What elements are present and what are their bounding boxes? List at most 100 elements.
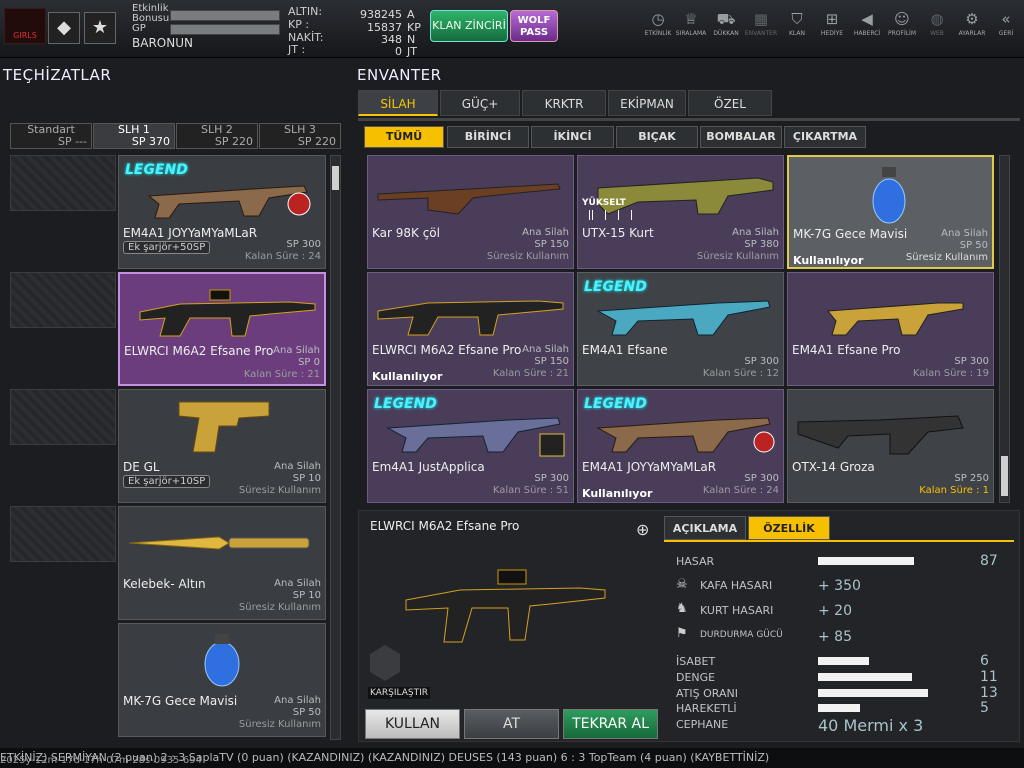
slot-tab-slh2[interactable]: SLH 2 SP 220 bbox=[176, 123, 258, 149]
stat-value: 11 bbox=[980, 669, 998, 685]
equipment-title: TEÇHİZATLAR bbox=[3, 66, 112, 84]
currency-label: ALTIN: bbox=[288, 5, 323, 18]
item-name: EM4A1 Efsane Pro bbox=[792, 343, 901, 357]
equipment-card[interactable]: MK-7G Gece Mavisi Ana Silah SP 50 Süresi… bbox=[118, 623, 326, 737]
nav-klan[interactable]: ⛉ KLAN bbox=[779, 10, 815, 54]
weapon-name: DE GL bbox=[123, 460, 160, 474]
clan-logo: GIRLS bbox=[4, 8, 46, 44]
tab-guc[interactable]: GÜÇ+ bbox=[440, 90, 520, 116]
inventory-item[interactable]: MK-7G Gece Mavisi Ana Silah SP 50 Kullan… bbox=[787, 155, 994, 269]
item-name: Em4A1 JustApplica bbox=[372, 460, 485, 474]
scroll-thumb[interactable] bbox=[332, 166, 339, 190]
upgrade-slots bbox=[582, 210, 634, 220]
wolf-icon: ♞ bbox=[676, 601, 688, 616]
stat-value: 5 bbox=[980, 700, 989, 716]
tab-aciklama[interactable]: AÇIKLAMA bbox=[664, 516, 746, 540]
sticker-slot[interactable] bbox=[10, 272, 116, 328]
globe-icon: ◍ bbox=[930, 10, 944, 28]
scroll-thumb[interactable] bbox=[1001, 456, 1008, 496]
weapon-sp: SP 0 bbox=[298, 357, 320, 368]
weapon-duration: Süresiz Kullanım bbox=[238, 602, 321, 613]
gp-label: GP bbox=[132, 23, 146, 34]
stop-icon: ⚑ bbox=[676, 626, 688, 641]
inventory-item[interactable]: ELWRCI M6A2 Efsane Pro Ana Silah SP 150 … bbox=[367, 272, 574, 386]
nav-etkinlik[interactable]: ◷ ETKİNLİK bbox=[640, 10, 676, 54]
nav-envanter[interactable]: ▦ ENVANTER bbox=[743, 10, 779, 54]
tab-ozel[interactable]: ÖZEL bbox=[688, 90, 772, 116]
inventory-item[interactable]: OTX-14 Groza SP 250 Kalan Süre : 1 bbox=[787, 389, 994, 503]
stat-label: HASAR bbox=[676, 555, 715, 568]
inventory-item[interactable]: LEGEND EM4A1 JOYYaMYaMLaR SP 300 Kullanı… bbox=[577, 389, 784, 503]
sticker-slot[interactable] bbox=[10, 389, 116, 445]
tab-divider bbox=[358, 118, 1020, 121]
slot-tab-slh1[interactable]: SLH 1 SP 370 bbox=[93, 123, 175, 149]
compare-button[interactable]: KARŞILAŞTIR bbox=[368, 687, 431, 699]
equipment-card[interactable]: LEGEND EM4A1 JOYYaMYaMLaR Ek şarjör+50SP… bbox=[118, 155, 326, 269]
item-type: Ana Silah bbox=[522, 344, 569, 355]
inventory-item[interactable]: LEGEND Em4A1 JustApplica SP 300 Kalan Sü… bbox=[367, 389, 574, 503]
skull-icon: ☠ bbox=[676, 577, 688, 592]
equipment-card[interactable]: Kelebek- Altın Ana Silah SP 10 Süresiz K… bbox=[118, 506, 326, 620]
nav-hediye[interactable]: ⊞ HEDİYE bbox=[814, 10, 850, 54]
sticker-slot[interactable] bbox=[10, 155, 116, 211]
username: BARONUN bbox=[132, 36, 193, 50]
zoom-icon[interactable]: ⊕ bbox=[636, 520, 649, 539]
sticker-slot[interactable] bbox=[10, 506, 116, 562]
weapon-type: Ana Silah bbox=[273, 345, 320, 356]
item-sp: SP 250 bbox=[954, 473, 989, 484]
item-name: EM4A1 JOYYaMYaMLaR bbox=[582, 460, 717, 474]
nav-dukkan[interactable]: ⛟ DÜKKAN bbox=[708, 10, 744, 54]
inventory-scrollbar[interactable] bbox=[999, 155, 1010, 503]
inventory-item[interactable]: LEGEND EM4A1 Efsane SP 300 Kalan Süre : … bbox=[577, 272, 784, 386]
inventory-item[interactable]: EM4A1 Efsane Pro SP 300 Kalan Süre : 19 bbox=[787, 272, 994, 386]
star-badge-icon[interactable]: ★ bbox=[84, 12, 116, 44]
nav-web[interactable]: ◍ WEB bbox=[919, 10, 955, 54]
tab-silah[interactable]: SİLAH bbox=[358, 90, 438, 116]
stat-bar bbox=[818, 689, 928, 697]
wolf-pass-button[interactable]: WOLF PASS bbox=[510, 10, 558, 42]
inventory-title: ENVANTER bbox=[357, 66, 442, 84]
weapon-name: MK-7G Gece Mavisi bbox=[123, 694, 238, 708]
upgrade-label: YÜKSELT bbox=[582, 198, 626, 208]
shield-icon: ⛉ bbox=[791, 10, 803, 28]
item-duration: Süresiz Kullanım bbox=[905, 252, 988, 263]
filter-bombalar[interactable]: BOMBALAR bbox=[700, 126, 782, 148]
filter-birinci[interactable]: BİRİNCİ bbox=[447, 126, 529, 148]
item-sp: SP 300 bbox=[954, 356, 989, 367]
tab-ozellik[interactable]: ÖZELLİK bbox=[748, 516, 830, 540]
slot-tab-slh3[interactable]: SLH 3 SP 220 bbox=[259, 123, 341, 149]
stat-value: 6 bbox=[980, 653, 989, 669]
item-type: Ana Silah bbox=[522, 227, 569, 238]
nav-profilim[interactable]: ☺ PROFİLİM bbox=[884, 10, 920, 54]
weapon-duration: Süresiz Kullanım bbox=[238, 485, 321, 496]
stat-bar bbox=[818, 673, 912, 681]
inventory-item[interactable]: YÜKSELT UTX-15 Kurt Ana Silah SP 380 Sür… bbox=[577, 155, 784, 269]
nav-haberci[interactable]: ◀ HABERCİ bbox=[849, 10, 885, 54]
use-button[interactable]: KULLAN bbox=[365, 709, 460, 739]
event-bonus-bar bbox=[170, 10, 280, 21]
filter-bicak[interactable]: BIÇAK bbox=[616, 126, 698, 148]
slot-tab-standart[interactable]: Standart SP --- bbox=[10, 123, 92, 149]
tab-krktr[interactable]: KRKTR bbox=[522, 90, 606, 116]
equipment-scrollbar[interactable] bbox=[330, 155, 341, 740]
currency-unit: JT bbox=[407, 45, 417, 58]
renew-button[interactable]: TEKRAR AL bbox=[563, 709, 658, 739]
equipment-card[interactable]: DE GL Ana Silah Ek şarjör+10SP SP 10 Sür… bbox=[118, 389, 326, 503]
currency-value: 938245 bbox=[360, 8, 402, 21]
klan-chain-button[interactable]: KLAN ZİNCİRİ bbox=[430, 10, 508, 42]
filter-ikinci[interactable]: İKİNCİ bbox=[531, 126, 614, 148]
nav-ayarlar[interactable]: ⚙ AYARLAR bbox=[954, 10, 990, 54]
filter-cikartma[interactable]: ÇIKARTMA bbox=[784, 126, 866, 148]
filter-tumu[interactable]: TÜMÜ bbox=[364, 126, 444, 148]
drop-button[interactable]: AT bbox=[464, 709, 559, 739]
inventory-item[interactable]: Kar 98K çöl Ana Silah SP 150 Süresiz Kul… bbox=[367, 155, 574, 269]
item-type: Ana Silah bbox=[941, 228, 988, 239]
nav-geri[interactable]: «GERİ bbox=[988, 10, 1024, 54]
stat-bar bbox=[818, 557, 914, 565]
tab-ekipman[interactable]: EKİPMAN bbox=[608, 90, 686, 116]
rank-badge-icon[interactable]: ◆ bbox=[48, 12, 80, 44]
item-name: MK-7G Gece Mavisi bbox=[793, 227, 908, 241]
nav-siralama[interactable]: ♕ SIRALAMA bbox=[673, 10, 709, 54]
in-use-label: Kullanılıyor bbox=[582, 487, 653, 500]
equipment-card[interactable]: ELWRCI M6A2 Efsane Pro Ana Silah SP 0 Ka… bbox=[118, 272, 326, 386]
